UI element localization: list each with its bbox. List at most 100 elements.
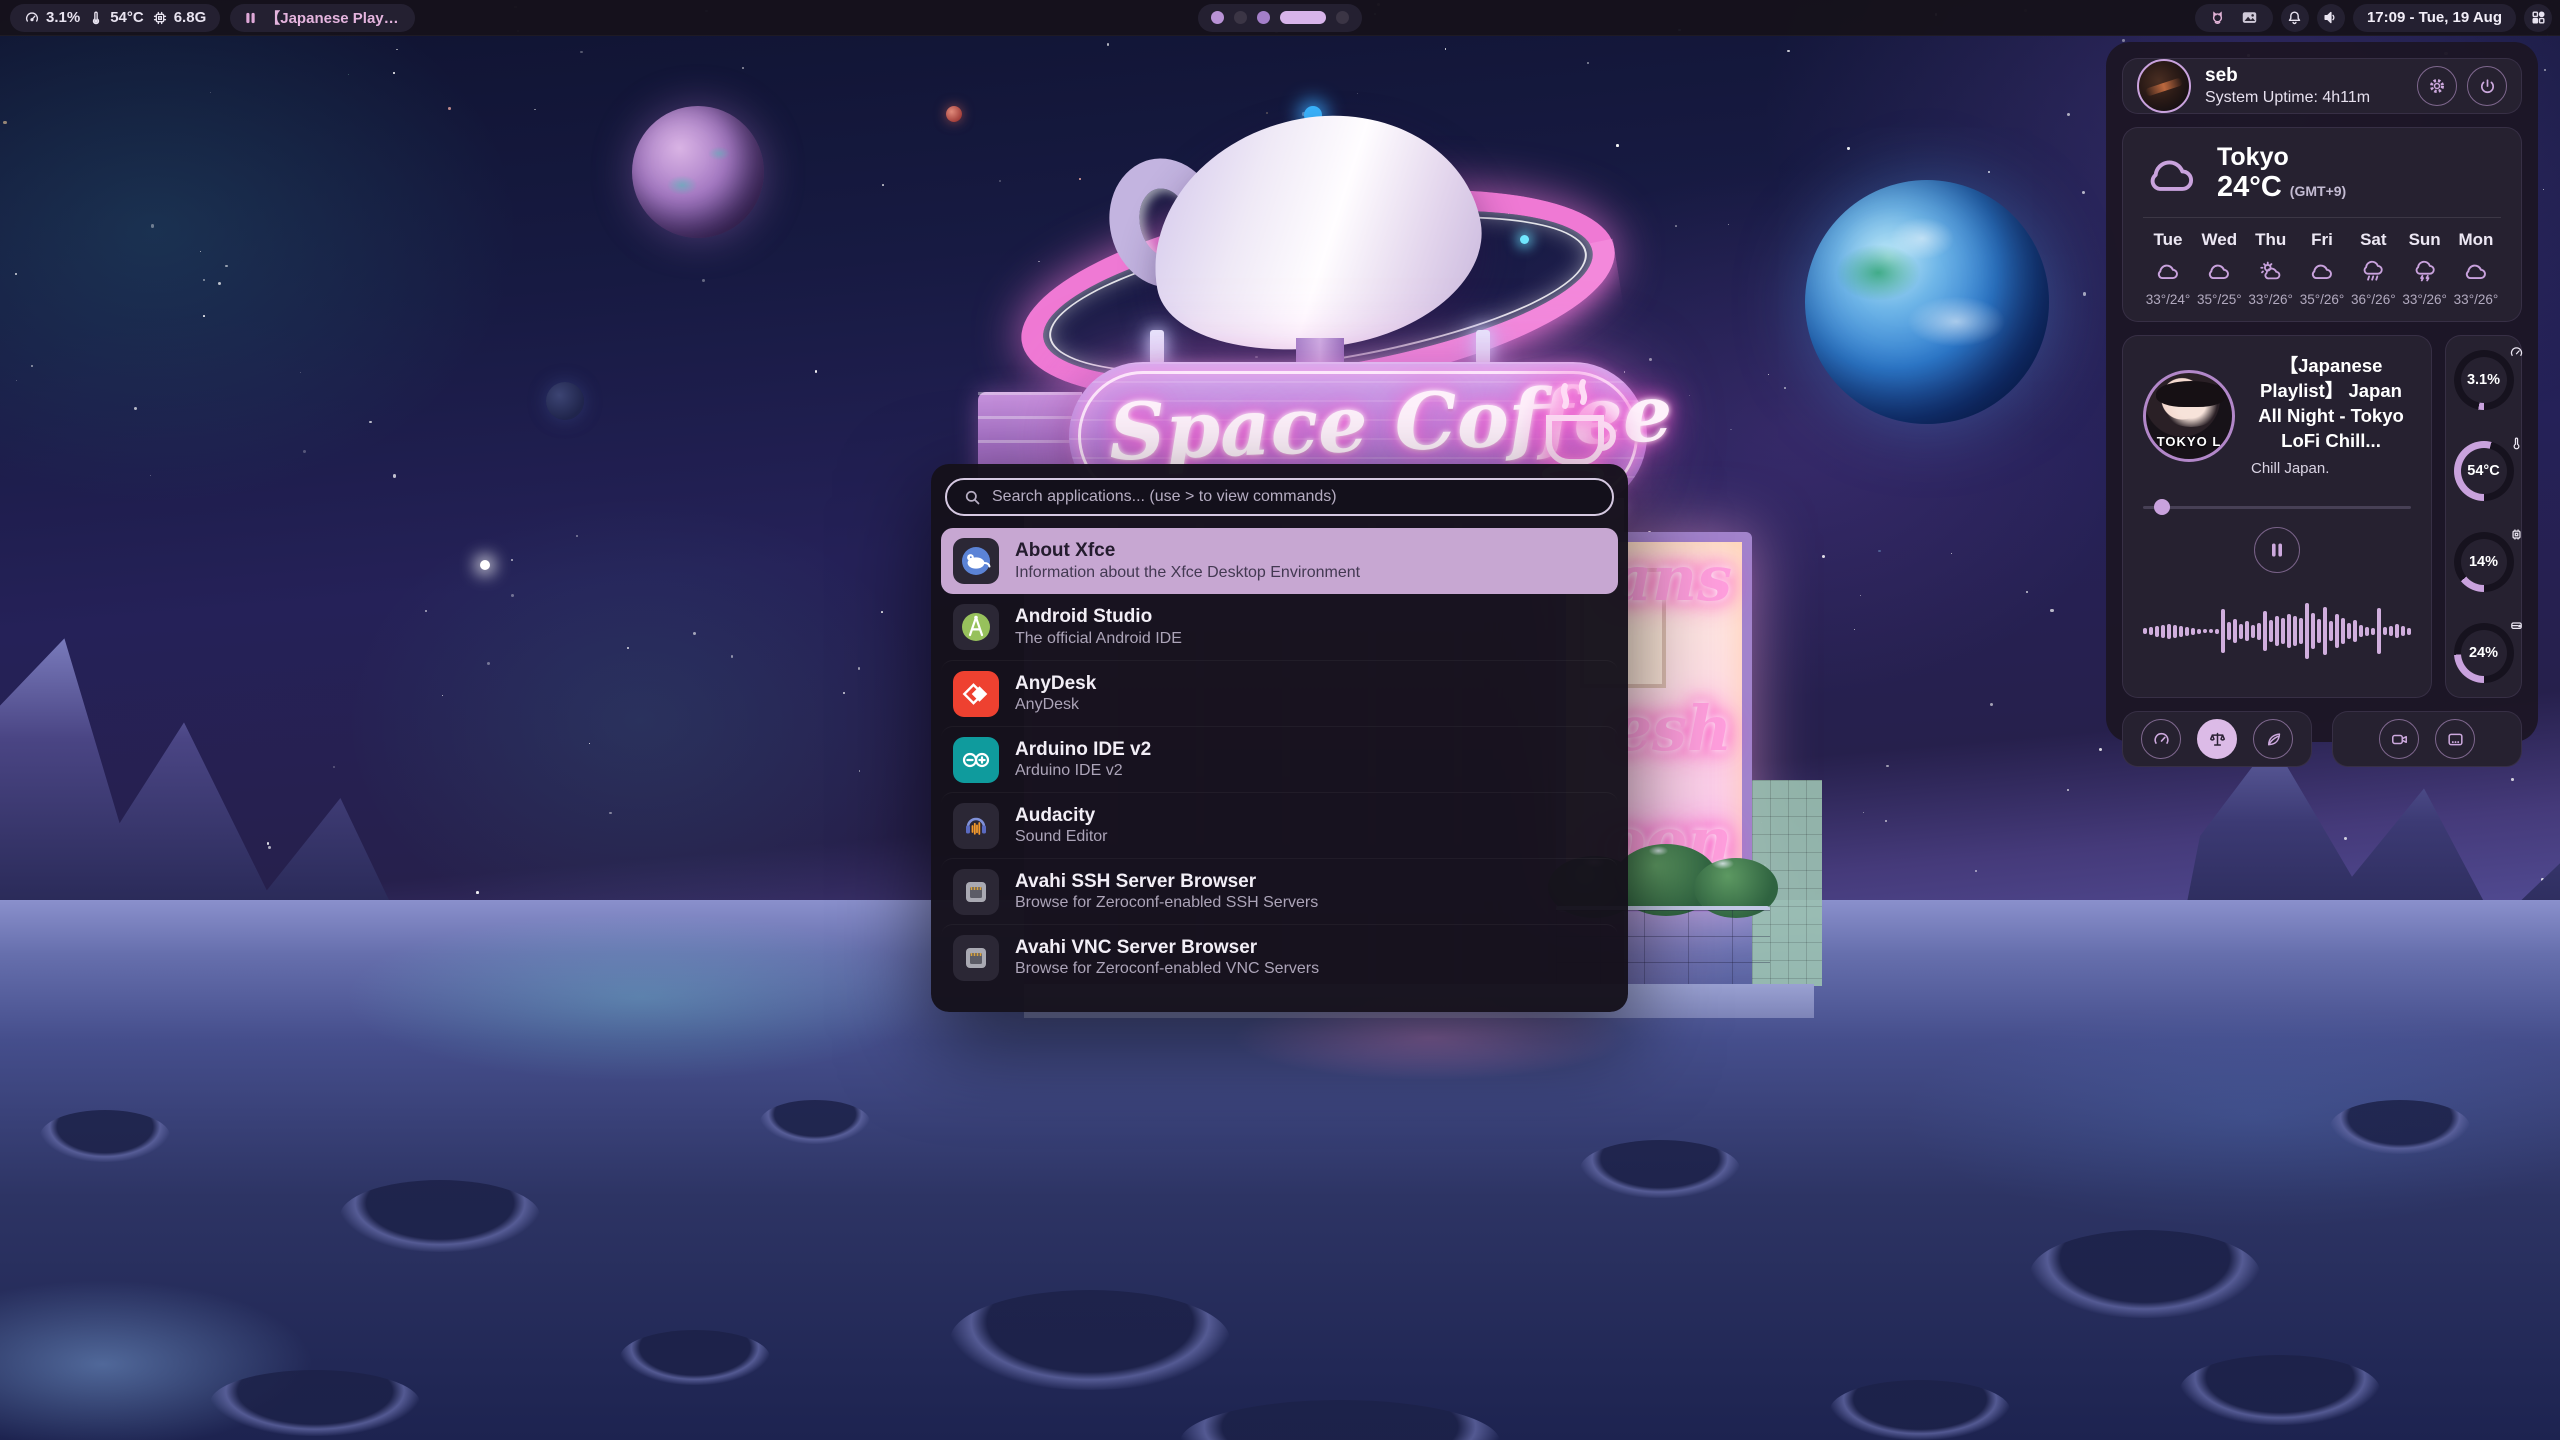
planet-earth <box>1805 180 2049 424</box>
disk-icon <box>2509 618 2524 633</box>
cpu-temp-gauge: 54°C <box>2454 441 2514 501</box>
pause-icon <box>244 11 257 25</box>
pause-icon <box>2270 542 2284 558</box>
forecast-day: Thu 33°/26° <box>2246 230 2296 307</box>
grid-icon <box>2530 9 2547 26</box>
system-stats-pill[interactable]: 3.1% 54°C 6.8G <box>10 4 220 32</box>
bell-icon <box>2286 9 2303 26</box>
settings-button[interactable] <box>2417 66 2457 106</box>
app-name: About Xfce <box>1015 539 1360 563</box>
seek-knob[interactable] <box>2154 499 2170 515</box>
planet-purple <box>632 106 764 238</box>
gauge-icon <box>24 10 40 26</box>
sign-text: Space Coffee <box>1108 372 1551 478</box>
powersave-profile-button[interactable] <box>2253 719 2293 759</box>
avatar <box>2137 59 2191 113</box>
cpu-temp-stat: 54°C <box>88 9 144 26</box>
disk-gauge: 24% <box>2454 623 2514 683</box>
volume-button[interactable] <box>2317 4 2345 32</box>
notifications-button[interactable] <box>2281 4 2309 32</box>
weather-timezone: (GMT+9) <box>2290 183 2346 199</box>
system-tray[interactable] <box>2195 4 2273 32</box>
audio-visualizer <box>2143 583 2411 679</box>
search-input[interactable] <box>992 488 1596 506</box>
seek-bar[interactable] <box>2143 499 2411 515</box>
search-bar[interactable] <box>945 478 1614 516</box>
network-port-icon <box>953 935 999 981</box>
system-uptime: System Uptime: 4h11m <box>2205 89 2370 107</box>
media-player-pill[interactable]: 【Japanese Playlist】 J... <box>230 4 415 32</box>
forecast-day: Mon 33°/26° <box>2451 230 2501 307</box>
workspace-dot-2[interactable] <box>1234 11 1247 24</box>
app-row-anydesk[interactable]: AnyDesk AnyDesk <box>941 660 1618 726</box>
performance-profile-button[interactable] <box>2141 719 2181 759</box>
workspace-dot-4-active[interactable] <box>1280 11 1326 24</box>
forecast-day: Sun 33°/26° <box>2400 230 2450 307</box>
cpu-usage-gauge: 3.1% <box>2454 350 2514 410</box>
app-list: About Xfce Information about the Xfce De… <box>945 528 1614 990</box>
clock-pill[interactable]: 17:09 - Tue, 19 Aug <box>2353 4 2516 32</box>
media-player-title: 【Japanese Playlist】 J... <box>265 7 401 28</box>
window-neon-word: ans <box>1612 542 1732 615</box>
app-row-avahi-vnc[interactable]: Avahi VNC Server Browser Browse for Zero… <box>941 924 1618 990</box>
app-grid-button[interactable] <box>2524 4 2552 32</box>
divider <box>2143 217 2501 218</box>
network-port-icon <box>953 869 999 915</box>
weather-city: Tokyo <box>2217 144 2346 172</box>
cpu-usage-value: 3.1% <box>46 9 80 26</box>
workspace-dot-5[interactable] <box>1336 11 1349 24</box>
app-description: Browse for Zeroconf-enabled VNC Servers <box>1015 959 1319 979</box>
anydesk-icon <box>953 671 999 717</box>
thermometer-icon <box>2509 436 2524 451</box>
weather-card[interactable]: Tokyo 24°C (GMT+9) Tue 33°/24° Wed 35°/2… <box>2122 127 2522 322</box>
app-name: Avahi VNC Server Browser <box>1015 936 1319 960</box>
app-description: Information about the Xfce Desktop Envir… <box>1015 563 1360 583</box>
xfce-icon <box>953 538 999 584</box>
rain-icon <box>2360 257 2386 285</box>
screenshot-button[interactable] <box>2435 719 2475 759</box>
app-row-arduino[interactable]: Arduino IDE v2 Arduino IDE v2 <box>941 726 1618 792</box>
app-description: AnyDesk <box>1015 695 1096 715</box>
power-button[interactable] <box>2467 66 2507 106</box>
search-icon <box>963 488 982 507</box>
small-red-planet <box>946 106 962 122</box>
cat-icon[interactable] <box>2209 9 2226 26</box>
power-profile-card <box>2122 711 2312 767</box>
app-name: AnyDesk <box>1015 672 1096 696</box>
forecast-day: Fri 35°/26° <box>2297 230 2347 307</box>
image-icon[interactable] <box>2240 9 2259 26</box>
app-description: Arduino IDE v2 <box>1015 761 1151 781</box>
forecast-day: Sat 36°/26° <box>2348 230 2398 307</box>
app-row-audacity[interactable]: Audacity Sound Editor <box>941 792 1618 858</box>
workspace-indicator[interactable] <box>1198 4 1362 32</box>
workspace-dot-1[interactable] <box>1211 11 1224 24</box>
username: seb <box>2205 65 2370 87</box>
app-row-android-studio[interactable]: Android Studio The official Android IDE <box>941 594 1618 660</box>
balanced-profile-button[interactable] <box>2197 719 2237 759</box>
weather-forecast: Tue 33°/24° Wed 35°/25° Thu 33°/26° Fri … <box>2143 230 2501 307</box>
small-moon <box>546 382 584 420</box>
performance-gauge-icon <box>2152 730 2171 749</box>
android-studio-icon <box>953 604 999 650</box>
track-artist: Chill Japan. <box>2251 460 2411 477</box>
app-row-avahi-ssh[interactable]: Avahi SSH Server Browser Browse for Zero… <box>941 858 1618 924</box>
play-pause-button[interactable] <box>2254 527 2300 573</box>
audacity-icon <box>953 803 999 849</box>
app-name: Audacity <box>1015 804 1108 828</box>
gauge-icon <box>2509 345 2524 360</box>
app-launcher: About Xfce Information about the Xfce De… <box>931 464 1628 1012</box>
seek-track <box>2143 506 2411 509</box>
cpu-usage-stat: 3.1% <box>24 9 80 26</box>
app-description: The official Android IDE <box>1015 629 1182 649</box>
screen-record-button[interactable] <box>2379 719 2419 759</box>
system-stats-card: 3.1% 54°C 14% 24% <box>2445 335 2522 698</box>
speaker-icon <box>2322 9 2339 26</box>
app-name: Avahi SSH Server Browser <box>1015 870 1318 894</box>
track-title: 【Japanese Playlist】 Japan All Night - To… <box>2251 354 2411 454</box>
chip-icon <box>2509 527 2524 542</box>
app-row-about-xfce[interactable]: About Xfce Information about the Xfce De… <box>941 528 1618 594</box>
workspace-dot-3[interactable] <box>1257 11 1270 24</box>
cloud-icon <box>2143 151 2201 197</box>
capture-card <box>2332 711 2522 767</box>
thermometer-icon <box>88 10 104 26</box>
